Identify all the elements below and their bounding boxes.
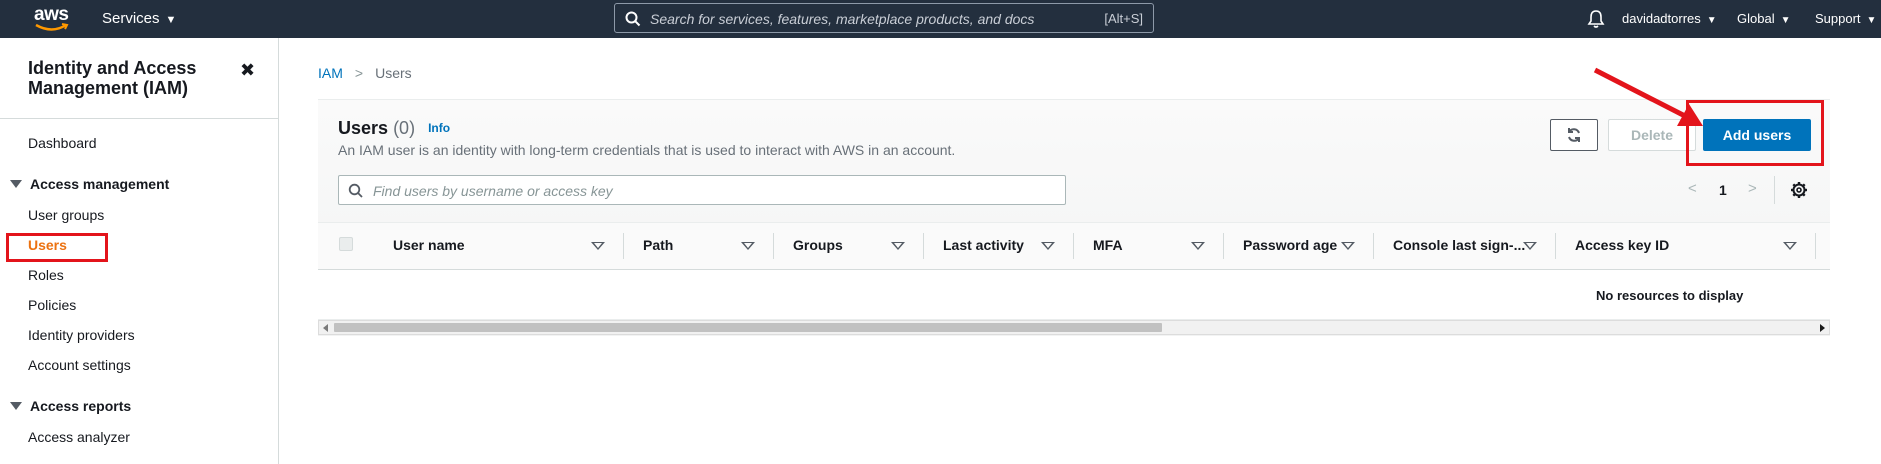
sidebar-item-user-groups[interactable]: User groups [28,207,104,223]
region-name: Global [1737,11,1775,26]
scrollbar-thumb[interactable] [334,323,1162,332]
info-link[interactable]: Info [428,121,450,135]
breadcrumb-current: Users [375,65,412,81]
column-divider[interactable] [923,233,924,259]
aws-smile-icon [35,23,69,31]
chevron-left-icon[interactable]: < [1688,180,1697,197]
sort-icon[interactable] [1341,242,1355,250]
caret-down-icon: ▼ [1706,15,1717,26]
horizontal-scrollbar[interactable] [318,320,1830,335]
sidebar-section-access-management[interactable]: Access management [10,176,169,192]
caret-down-icon: ▼ [1866,15,1877,26]
search-placeholder: Search for services, features, marketpla… [650,11,1035,27]
services-menu[interactable]: Services ▼ [102,10,176,27]
close-icon[interactable]: ✖ [240,60,255,81]
column-divider[interactable] [623,233,624,259]
top-navigation-bar: aws Services ▼ Search for services, featu… [0,0,1881,38]
column-divider[interactable] [1815,233,1816,259]
column-header-groups[interactable]: Groups [793,237,843,253]
column-header-mfa[interactable]: MFA [1093,237,1123,253]
annotation-highlight-users [6,233,108,262]
sort-icon[interactable] [1041,242,1055,250]
sort-icon[interactable] [1523,242,1537,250]
sort-icon[interactable] [1191,242,1205,250]
support-menu[interactable]: Support ▼ [1815,11,1876,26]
column-divider[interactable] [1073,233,1074,259]
page-number[interactable]: 1 [1719,182,1727,198]
column-divider[interactable] [773,233,774,259]
user-filter-input[interactable]: Find users by username or access key [338,175,1066,205]
sidebar-section-access-reports[interactable]: Access reports [10,398,131,414]
account-name: davidadtorres [1622,11,1701,26]
pager-divider [1774,176,1775,204]
column-header-access-key-id[interactable]: Access key ID [1575,237,1669,253]
column-header-path[interactable]: Path [643,237,673,253]
column-divider[interactable] [1373,233,1374,259]
chevron-right-icon[interactable]: > [1748,180,1757,197]
account-menu[interactable]: davidadtorres ▼ [1622,11,1717,26]
sort-icon[interactable] [1783,242,1797,250]
caret-down-icon: ▼ [165,14,177,26]
global-search[interactable]: Search for services, features, marketpla… [614,3,1154,33]
sidebar-item-dashboard[interactable]: Dashboard [28,135,97,151]
column-header-password-age[interactable]: Password age [1243,237,1337,253]
column-divider[interactable] [1223,233,1224,259]
column-divider[interactable] [1555,233,1556,259]
sort-icon[interactable] [591,242,605,250]
caret-down-icon: ▼ [1780,15,1791,26]
caret-down-icon [10,180,22,188]
sidebar-item-policies[interactable]: Policies [28,297,76,313]
scroll-right-icon[interactable] [1820,324,1825,332]
breadcrumb-iam-link[interactable]: IAM [318,65,343,81]
section-label: Access management [30,176,170,192]
caret-down-icon [10,402,22,410]
sidebar-title: Identity and Access Management (IAM) [28,58,197,98]
users-title: Users [338,118,389,138]
filter-placeholder: Find users by username or access key [373,183,613,199]
sort-icon[interactable] [741,242,755,250]
sidebar-item-access-analyzer[interactable]: Access analyzer [28,429,130,445]
chevron-right-icon: > [354,65,364,81]
section-label: Access reports [30,398,132,414]
support-label: Support [1815,11,1861,26]
empty-state-text: No resources to display [1596,288,1744,303]
column-header-last-activity[interactable]: Last activity [943,237,1024,253]
gear-icon[interactable] [1790,181,1808,199]
notification-bell-icon[interactable] [1587,9,1605,29]
sidebar-divider [0,118,278,119]
select-all-checkbox[interactable] [339,237,353,251]
breadcrumb: IAM > Users [318,65,412,81]
sidebar-item-identity-providers[interactable]: Identity providers [28,327,135,343]
sidebar-item-account-settings[interactable]: Account settings [28,357,131,373]
users-count: (0) [393,118,416,138]
panel-title: Users (0) Info [338,118,450,139]
search-icon [348,183,363,198]
region-menu[interactable]: Global ▼ [1737,11,1790,26]
sort-icon[interactable] [891,242,905,250]
sidebar-item-roles[interactable]: Roles [28,267,64,283]
refresh-icon [1568,128,1580,142]
column-header-console-last-sign-in[interactable]: Console last sign-... [1393,237,1525,253]
panel-description: An IAM user is an identity with long-ter… [338,142,956,158]
annotation-arrow-icon [1593,67,1703,126]
aws-logo[interactable]: aws [34,4,70,32]
search-icon [625,11,641,27]
scroll-left-icon[interactable] [323,324,328,332]
column-header-user-name[interactable]: User name [393,237,465,253]
services-label: Services [102,10,160,27]
search-shortcut: [Alt+S] [1104,11,1143,26]
